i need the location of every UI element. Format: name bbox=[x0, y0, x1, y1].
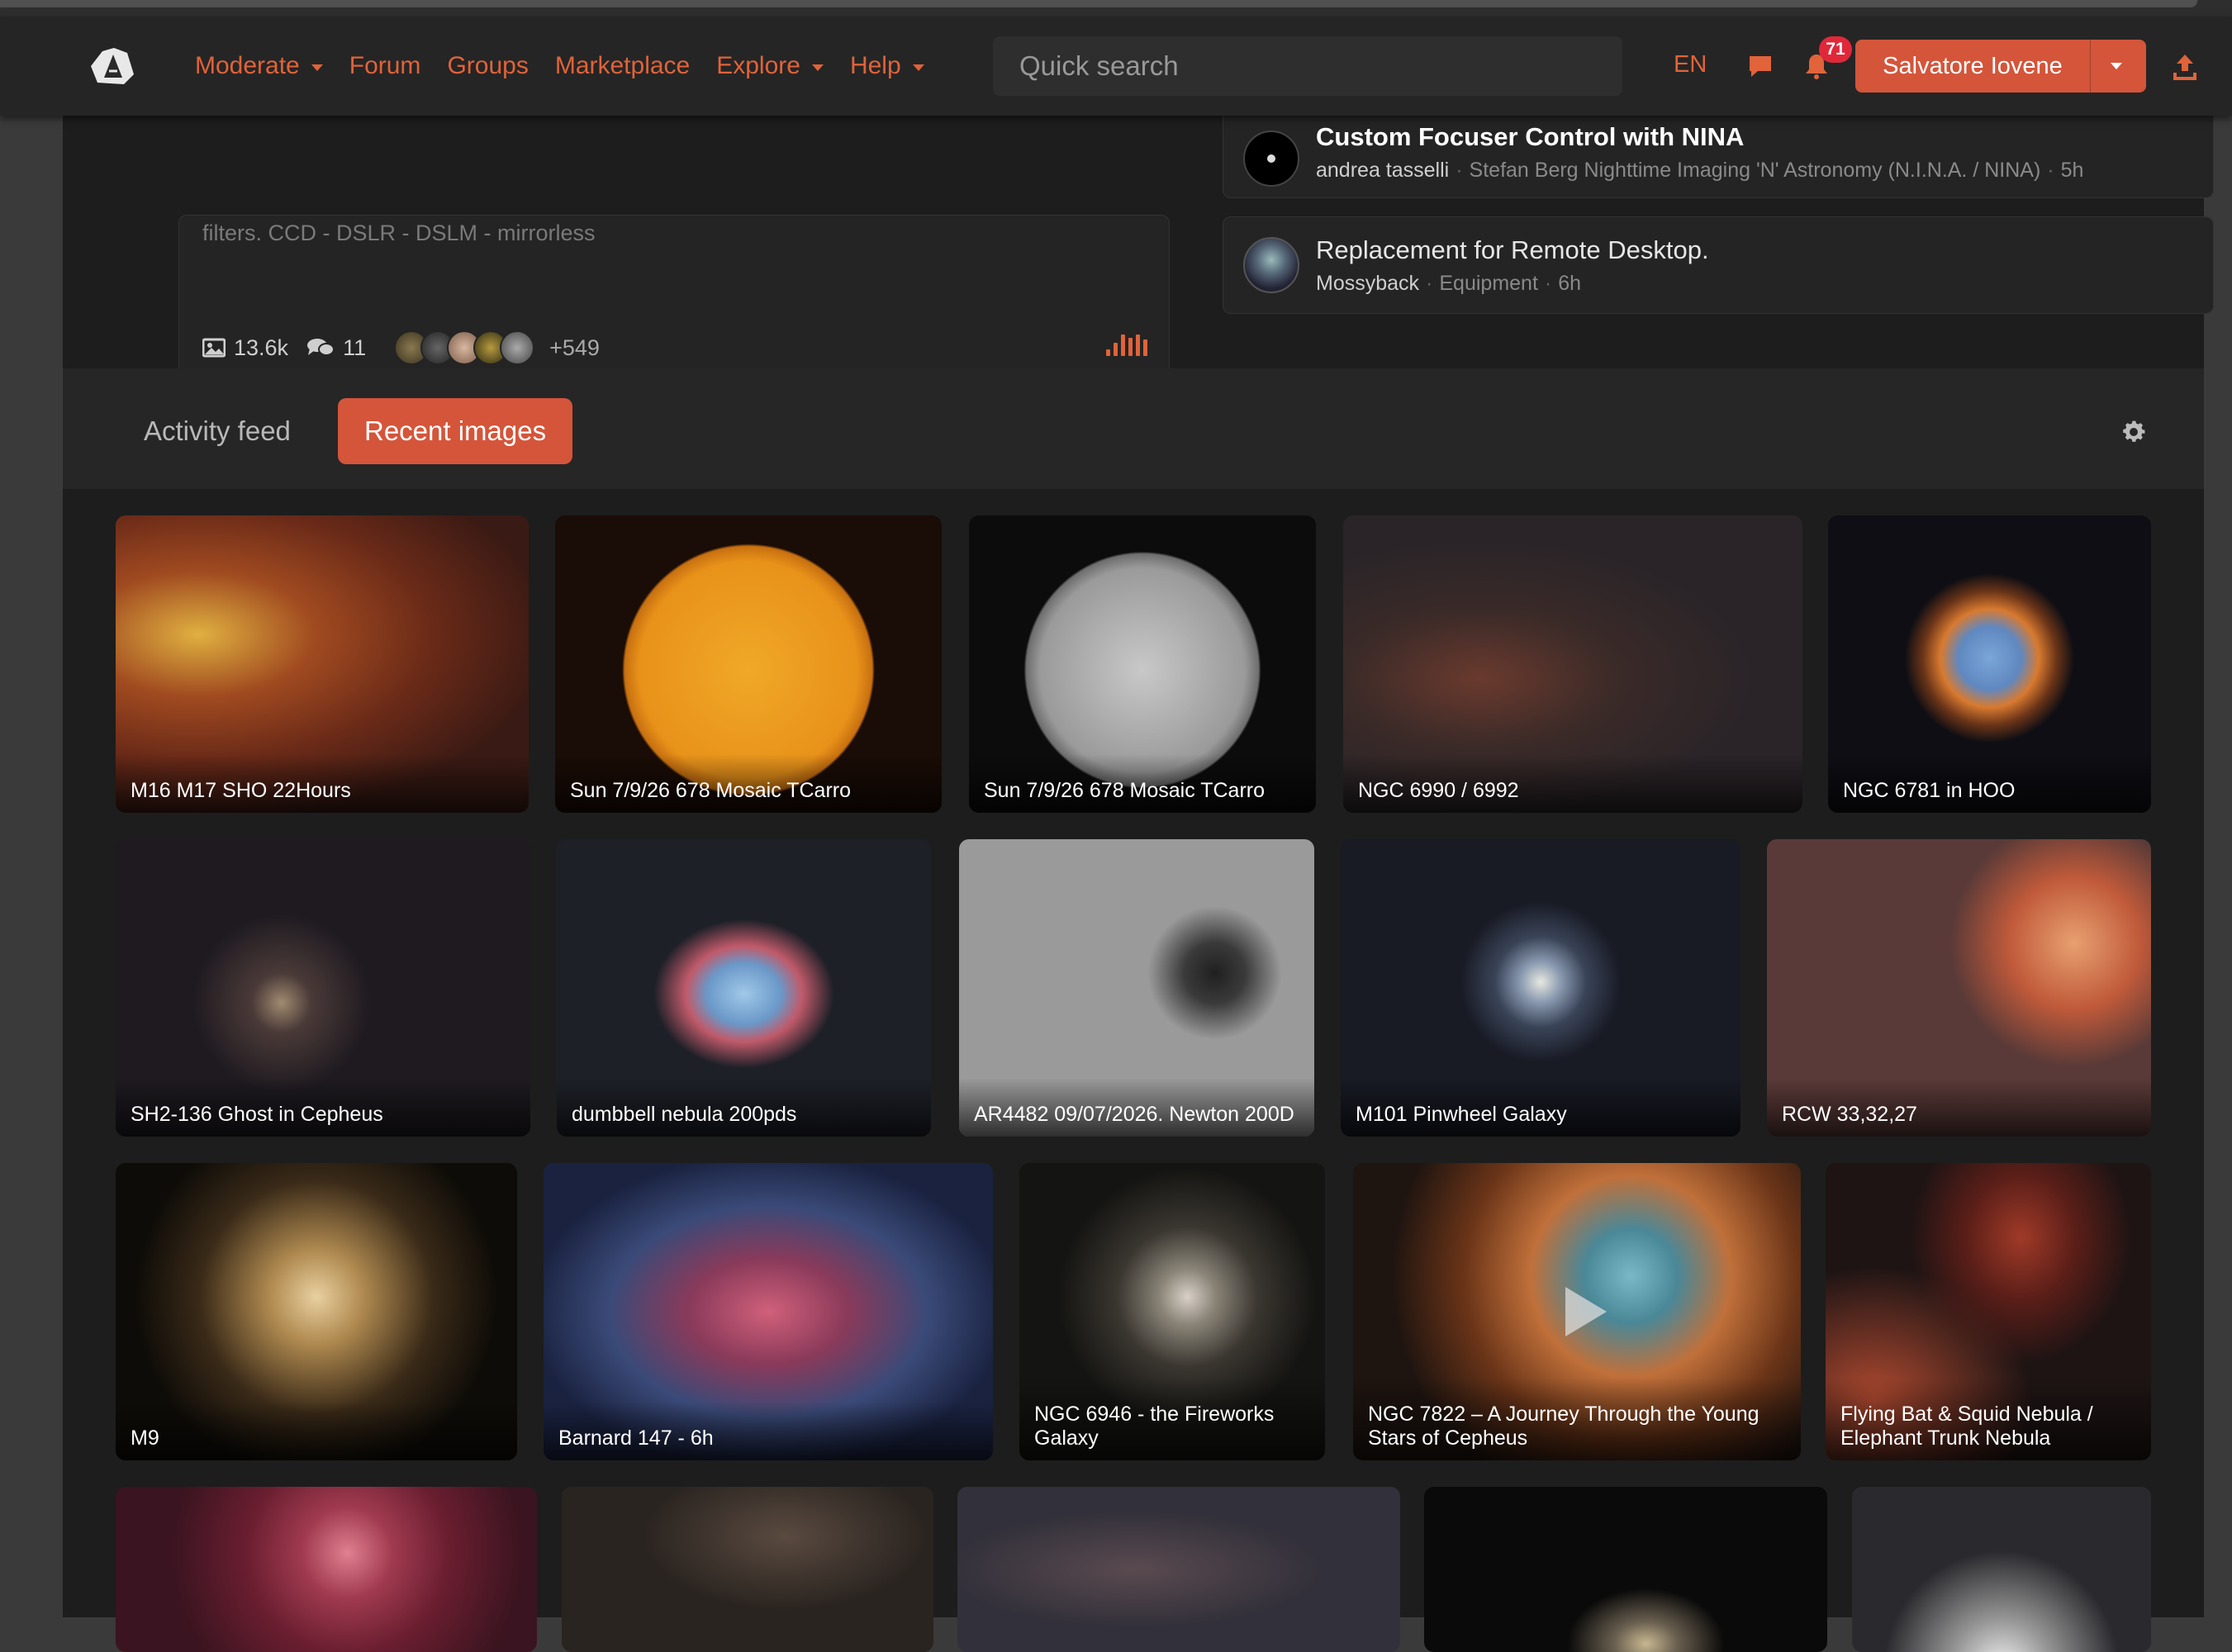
messages-icon[interactable] bbox=[1748, 55, 1773, 78]
chevron-down-icon bbox=[2111, 63, 2122, 69]
image-thumbnail[interactable]: NGC 6990 / 6992 bbox=[1343, 515, 1802, 813]
avatar bbox=[1243, 237, 1299, 293]
group-description: filters. CCD - DSLR - DSLM - mirrorless bbox=[202, 221, 596, 245]
image-thumbnail[interactable]: Flying Bat & Squid Nebula / Elephant Tru… bbox=[1826, 1163, 2151, 1460]
nav-marketplace[interactable]: Marketplace bbox=[555, 52, 690, 80]
play-icon[interactable] bbox=[1565, 1287, 1607, 1336]
notification-badge: 71 bbox=[1819, 36, 1852, 63]
group-stats: 13.6k 11 +549 bbox=[202, 330, 600, 366]
image-title: Sun 7/9/26 678 Mosaic TCarro bbox=[969, 754, 1316, 813]
image-thumbnail[interactable] bbox=[562, 1487, 933, 1652]
nav-label: Groups bbox=[447, 52, 529, 79]
user-dropdown-toggle[interactable] bbox=[2090, 40, 2146, 93]
nav-explore[interactable]: Explore bbox=[716, 52, 824, 80]
topic-forum[interactable]: Equipment bbox=[1439, 272, 1538, 295]
page-content: filters. CCD - DSLR - DSLM - mirrorless … bbox=[63, 116, 2214, 1652]
image-thumbnail[interactable] bbox=[1424, 1487, 1827, 1652]
image-icon bbox=[202, 338, 226, 358]
image-title: RCW 33,32,27 bbox=[1767, 1078, 2151, 1137]
image-thumbnail[interactable]: M101 Pinwheel Galaxy bbox=[1341, 839, 1740, 1137]
quick-search-input[interactable] bbox=[993, 36, 1622, 96]
image-title: M9 bbox=[116, 1402, 517, 1460]
image-title: SH2-136 Ghost in Cepheus bbox=[116, 1078, 530, 1137]
browser-top-strip bbox=[0, 0, 2232, 17]
image-thumbnail[interactable]: AR4482 09/07/2026. Newton 200D bbox=[959, 839, 1314, 1137]
image-title: M101 Pinwheel Galaxy bbox=[1341, 1078, 1740, 1137]
image-title: NGC 6781 in HOO bbox=[1828, 754, 2151, 813]
topic-title[interactable]: Custom Focuser Control with NINA bbox=[1316, 122, 1744, 152]
topic-title[interactable]: Replacement for Remote Desktop. bbox=[1316, 235, 1709, 265]
image-thumbnail[interactable]: Barnard 147 - 6h bbox=[544, 1163, 993, 1460]
topic-author[interactable]: Mossyback bbox=[1316, 272, 1419, 295]
gear-icon[interactable] bbox=[2120, 418, 2148, 446]
image-thumbnail[interactable]: dumbbell nebula 200pds bbox=[557, 839, 931, 1137]
members-more[interactable]: +549 bbox=[549, 335, 600, 361]
image-title: M16 M17 SHO 22Hours bbox=[116, 754, 529, 813]
tab-recent-images[interactable]: Recent images bbox=[338, 398, 573, 464]
image-thumbnail[interactable] bbox=[1852, 1487, 2151, 1652]
topic-meta: andrea tasselli · Stefan Berg Nighttime Im… bbox=[1316, 159, 2084, 182]
avatar[interactable] bbox=[500, 330, 535, 365]
upload-icon[interactable] bbox=[2173, 53, 2197, 81]
user-menu-button[interactable]: Salvatore Iovene bbox=[1855, 40, 2146, 93]
image-thumbnail[interactable]: NGC 7822 – A Journey Through the Young S… bbox=[1353, 1163, 1801, 1460]
nav-label: Moderate bbox=[195, 52, 300, 79]
image-thumbnail[interactable]: Sun 7/9/26 678 Mosaic TCarro bbox=[555, 515, 942, 813]
member-avatars[interactable] bbox=[394, 330, 535, 365]
forum-topic[interactable]: Custom Focuser Control with NINA andrea … bbox=[1223, 116, 2214, 198]
image-title: dumbbell nebula 200pds bbox=[557, 1078, 931, 1137]
image-title: Flying Bat & Squid Nebula / Elephant Tru… bbox=[1826, 1378, 2151, 1460]
image-title: NGC 6990 / 6992 bbox=[1343, 754, 1802, 813]
image-thumbnail[interactable] bbox=[957, 1487, 1400, 1652]
topic-meta: Mossyback · Equipment · 6h bbox=[1316, 272, 1582, 295]
image-thumbnail[interactable]: SH2-136 Ghost in Cepheus bbox=[116, 839, 530, 1137]
top-navbar: A Moderate Forum Groups Marketplace Expl… bbox=[0, 17, 2232, 116]
nav-label: Marketplace bbox=[554, 52, 691, 79]
image-thumbnail[interactable]: M9 bbox=[116, 1163, 517, 1460]
nav-forum[interactable]: Forum bbox=[349, 52, 421, 80]
image-thumbnail[interactable] bbox=[116, 1487, 537, 1652]
topic-forum[interactable]: Stefan Berg Nighttime Imaging 'N' Astron… bbox=[1470, 159, 2041, 182]
chevron-down-icon bbox=[912, 64, 924, 71]
comments-icon bbox=[307, 339, 335, 356]
image-title: AR4482 09/07/2026. Newton 200D bbox=[959, 1078, 1314, 1137]
tab-activity-feed[interactable]: Activity feed bbox=[117, 398, 317, 464]
astrobin-logo[interactable]: A bbox=[86, 41, 139, 86]
image-thumbnail[interactable]: NGC 6781 in HOO bbox=[1828, 515, 2151, 813]
feed-tabs: Activity feed Recent images bbox=[63, 368, 2204, 489]
nav-label: Explore bbox=[716, 52, 800, 79]
nav-help[interactable]: Help bbox=[850, 52, 924, 80]
comments-count: 11 bbox=[343, 335, 367, 360]
image-thumbnail[interactable]: NGC 6946 - the Fireworks Galaxy bbox=[1019, 1163, 1325, 1460]
nav-moderate[interactable]: Moderate bbox=[195, 52, 323, 80]
nav-groups[interactable]: Groups bbox=[447, 52, 528, 80]
image-title: Barnard 147 - 6h bbox=[544, 1402, 993, 1460]
chevron-down-icon bbox=[311, 64, 323, 71]
image-thumbnail[interactable]: M16 M17 SHO 22Hours bbox=[116, 515, 529, 813]
nav-label: Help bbox=[849, 52, 901, 79]
image-title: NGC 7822 – A Journey Through the Young S… bbox=[1353, 1378, 1801, 1460]
user-name[interactable]: Salvatore Iovene bbox=[1855, 40, 2090, 93]
image-title: Sun 7/9/26 678 Mosaic TCarro bbox=[555, 754, 942, 813]
topic-age: 5h bbox=[2060, 159, 2084, 182]
image-title: NGC 6946 - the Fireworks Galaxy bbox=[1019, 1378, 1325, 1460]
chevron-down-icon bbox=[811, 64, 824, 71]
nav-label: Forum bbox=[349, 52, 421, 79]
nav-links: Moderate Forum Groups Marketplace Explor… bbox=[195, 17, 951, 116]
avatar bbox=[1243, 131, 1299, 187]
scrollbar-track bbox=[0, 0, 2197, 7]
forum-topic[interactable]: Replacement for Remote Desktop. Mossybac… bbox=[1223, 216, 2214, 314]
image-thumbnail[interactable]: Sun 7/9/26 678 Mosaic TCarro bbox=[969, 515, 1316, 813]
activity-bars-icon bbox=[1106, 331, 1147, 356]
language-selector[interactable]: EN bbox=[1674, 51, 1707, 78]
image-thumbnail[interactable]: RCW 33,32,27 bbox=[1767, 839, 2151, 1137]
images-count: 13.6k bbox=[234, 335, 289, 360]
topic-age: 6h bbox=[1558, 272, 1582, 295]
topic-author[interactable]: andrea tasselli bbox=[1316, 159, 1449, 182]
